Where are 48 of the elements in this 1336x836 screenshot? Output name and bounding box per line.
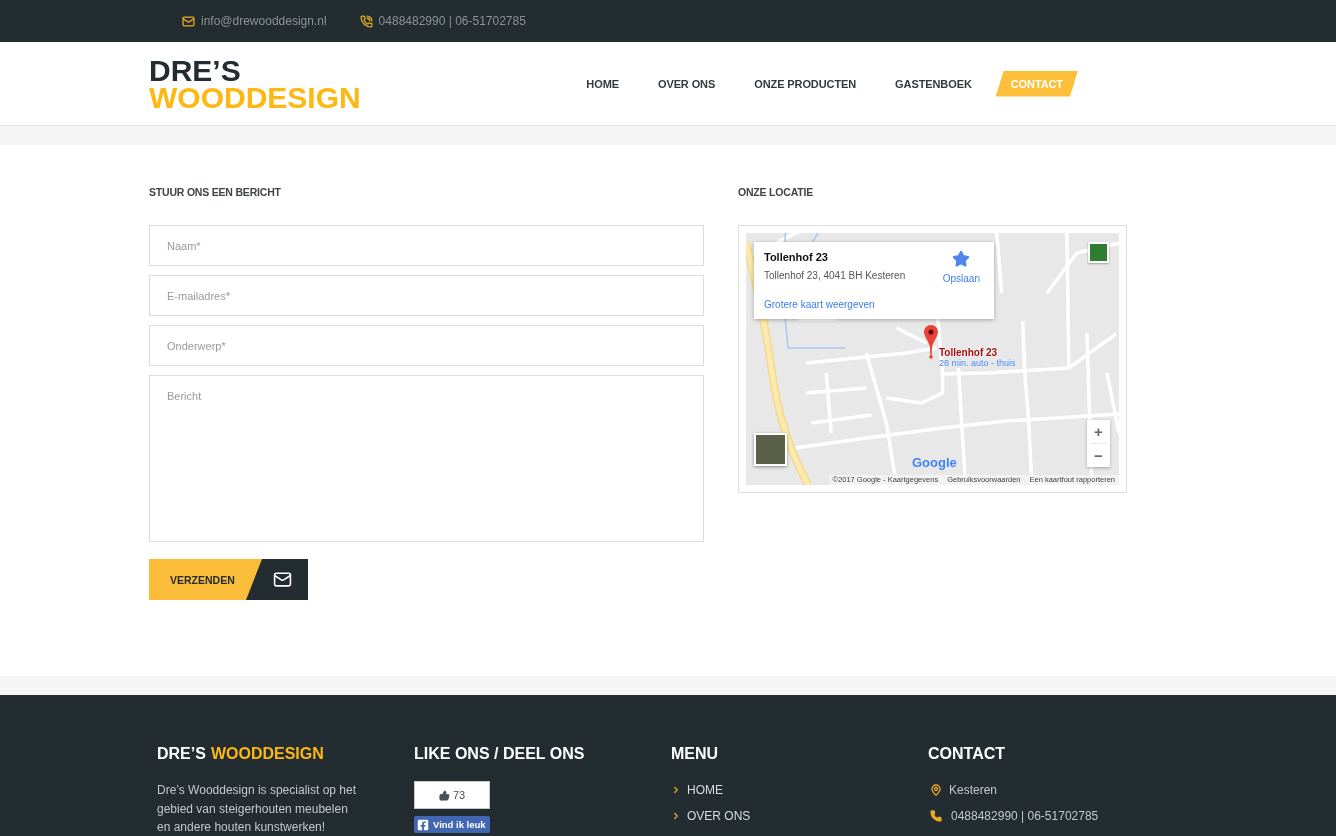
input-field[interactable]: E-mailadres* <box>149 275 704 316</box>
contact-text: Kesteren <box>949 782 998 798</box>
footer-logo-first-word: DRE’S <box>157 745 206 763</box>
mail-icon <box>272 570 292 589</box>
input-field[interactable]: Naam* <box>149 225 704 266</box>
place-title: Tollenhof 23 <box>764 250 828 264</box>
phone-numbers-text: 0488482990 | 06-51702785 <box>378 14 526 28</box>
save-button[interactable]: Opslaan <box>942 250 980 285</box>
like-count: 73 <box>452 789 466 801</box>
map-pin-icon <box>924 325 938 359</box>
thumbs-up-icon <box>438 789 450 801</box>
contact-text: 0488482990 | 06-51702785 <box>951 808 1099 824</box>
message-field[interactable]: Bericht <box>149 375 704 542</box>
input-field[interactable]: Onderwerp* <box>149 325 704 366</box>
footer-logo-second-word: WOODDESIGN <box>210 745 324 763</box>
email-link[interactable]: info@drewooddesign.nl <box>201 14 327 28</box>
nav-link[interactable]: ONZE PRODUCTEN <box>739 70 872 97</box>
phone-icon <box>930 810 942 822</box>
photo-thumbnail[interactable] <box>1088 242 1109 263</box>
larger-map-link[interactable]: Grotere kaart weergeven <box>764 298 875 312</box>
footer-heading: MENU <box>671 745 719 763</box>
chevron-icon <box>671 811 681 821</box>
logo-first-word[interactable]: DRE’S <box>149 57 241 84</box>
footer-menu-link[interactable]: HOME <box>687 782 723 798</box>
footer-heading: LIKE ONS / DEEL ONS <box>414 745 585 763</box>
zoom-in-button[interactable]: + <box>1087 420 1110 443</box>
route-info: 28 min. auto - thuis <box>939 358 1016 369</box>
satellite-thumbnail[interactable] <box>754 433 787 466</box>
map-pin-icon <box>930 784 942 796</box>
star-icon <box>952 250 971 268</box>
submit-button[interactable]: VERZENDEN <box>149 559 308 600</box>
nav-link[interactable]: OVER ONS <box>642 70 731 97</box>
nav-link[interactable]: HOME <box>571 70 634 97</box>
section-title: STUUR ONS EEN BERICHT <box>149 186 281 198</box>
facebook-icon <box>417 818 429 831</box>
chevron-icon <box>671 785 681 795</box>
footer-heading: CONTACT <box>928 745 1006 763</box>
footer-menu-link[interactable]: OVER ONS <box>687 808 751 824</box>
like-button[interactable]: Vind ik leuk <box>414 816 490 833</box>
place-address: Tollenhof 23, 4041 BH Kesteren <box>764 269 906 283</box>
zoom-out-button[interactable]: − <box>1087 444 1110 467</box>
marker-label: Tollenhof 23 <box>939 347 998 358</box>
phone-icon <box>359 14 373 28</box>
map-logo: Google <box>912 456 957 470</box>
mail-icon <box>182 14 195 28</box>
nav-link[interactable]: GASTENBOEK <box>880 70 987 97</box>
section-title: ONZE LOCATIE <box>738 186 813 198</box>
about-text: Dre’s Wooddesign is specialist op het gebied van steigerhouten meubelen en andere houten kunstwerken! <box>157 782 357 836</box>
